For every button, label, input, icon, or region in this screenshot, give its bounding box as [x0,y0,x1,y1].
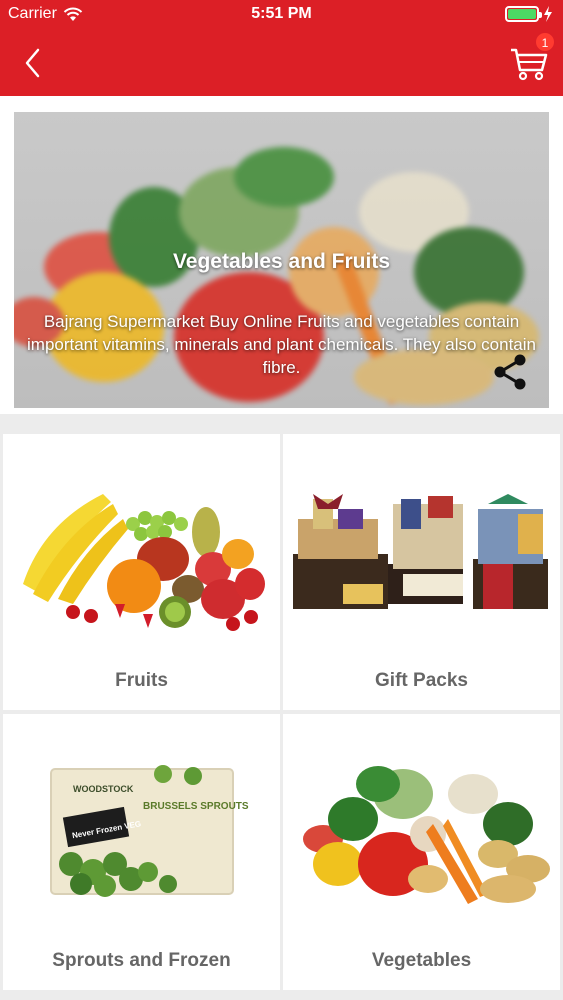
cart-button[interactable]: 1 [509,32,555,82]
vegetables-image [303,766,550,904]
package-product-text: BRUSSELS SPROUTS [143,801,249,812]
navigation-bar: 1 [0,30,563,96]
chevron-left-icon [25,48,40,78]
category-banner: Vegetables and Fruits Bajrang Supermarke… [14,112,549,408]
category-tile-fruits[interactable]: Fruits [3,434,280,710]
share-icon [494,354,526,390]
category-label: Fruits [115,670,168,691]
status-bar: Carrier 5:51 PM [0,0,563,30]
category-label: Gift Packs [375,670,468,691]
banner-description: Bajrang Supermarket Buy Online Fruits an… [27,312,536,377]
category-tile-gift-packs[interactable]: Gift Packs [283,434,560,710]
category-tile-sprouts-and-frozen[interactable]: WOODSTOCK Never Frozen VEGGIES! BRUSSELS… [3,714,280,990]
category-label: Sprouts and Frozen [52,950,231,971]
back-button[interactable] [20,46,50,80]
status-time: 5:51 PM [251,5,312,22]
battery-icon [505,6,542,22]
status-right [505,6,553,22]
banner-section: Vegetables and Fruits Bajrang Supermarke… [0,96,563,414]
category-grid: Fruits Gift Packs WOODSTOCK Never Frozen… [0,432,563,1000]
gift-packs-image [293,494,548,609]
package-brand-text: WOODSTOCK [73,784,134,794]
share-button[interactable] [490,352,530,392]
cart-count-badge: 1 [535,32,555,52]
category-label: Vegetables [371,950,472,971]
brussels-sprouts-package-image: WOODSTOCK Never Frozen VEGGIES! BRUSSELS… [50,765,249,897]
fruits-image [23,494,265,631]
banner-title: Vegetables and Fruits [172,250,391,273]
charging-icon [544,6,552,22]
category-tile-vegetables[interactable]: Vegetables [283,714,560,990]
